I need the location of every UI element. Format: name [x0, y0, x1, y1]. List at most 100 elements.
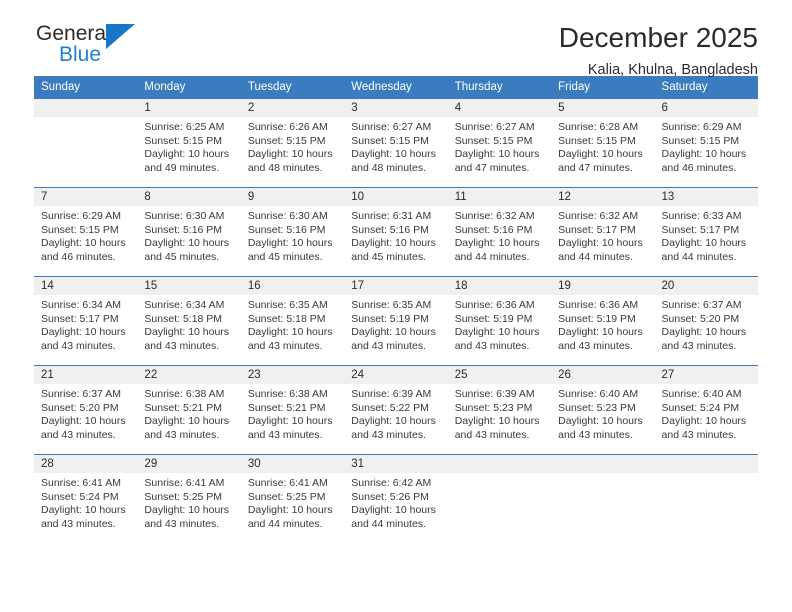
sunset-text: Sunset: 5:24 PM	[41, 490, 119, 503]
day-cell-inner: 22 Sunrise: 6:38 AM Sunset: 5:21 PM Dayligh…	[137, 366, 241, 454]
day-cell-inner: 29 Sunrise: 6:41 AM Sunset: 5:25 PM Dayligh…	[137, 455, 241, 544]
calendar-day-cell[interactable]: 6 Sunrise: 6:29 AM Sunset: 5:15 PM Daylight…	[654, 98, 758, 188]
calendar-day-cell[interactable]: 9 Sunrise: 6:30 AM Sunset: 5:16 PM Daylight…	[240, 187, 345, 277]
daylight-text: Daylight: 10 hours and 44 minutes.	[454, 237, 540, 263]
daylight-text: Daylight: 10 hours and 44 minutes.	[558, 237, 643, 263]
calendar-day-cell[interactable]: 20 Sunrise: 6:37 AM Sunset: 5:20 PM Dayligh…	[654, 276, 758, 366]
brand-name-general: General	[36, 22, 111, 45]
sunrise-text: Sunrise: 6:27 AM	[454, 121, 535, 133]
calendar-day-cell[interactable]: 3 Sunrise: 6:27 AM Sunset: 5:15 PM Daylight…	[344, 98, 448, 188]
day-number: 13	[654, 188, 758, 206]
day-details: Sunrise: 6:37 AM Sunset: 5:20 PM Daylight:…	[34, 384, 137, 442]
calendar-day-cell[interactable]: 26 Sunrise: 6:40 AM Sunset: 5:23 PM Dayligh…	[551, 365, 655, 455]
day-number: 9	[240, 188, 345, 206]
calendar-day-cell[interactable]: 19 Sunrise: 6:36 AM Sunset: 5:19 PM Dayligh…	[551, 276, 655, 366]
day-cell-inner: 17 Sunrise: 6:35 AM Sunset: 5:19 PM Dayligh…	[344, 277, 448, 365]
weekday-header-thursday: Thursday	[447, 76, 552, 99]
calendar-day-cell[interactable]: 18 Sunrise: 6:36 AM Sunset: 5:19 PM Dayligh…	[447, 276, 552, 366]
calendar-week-row: 7 Sunrise: 6:29 AM Sunset: 5:15 PM Daylight…	[34, 187, 758, 277]
day-number: 26	[551, 366, 655, 384]
day-cell-inner: 30 Sunrise: 6:41 AM Sunset: 5:25 PM Dayligh…	[240, 455, 345, 544]
calendar-day-cell[interactable]: 1 Sunrise: 6:25 AM Sunset: 5:15 PM Daylight…	[137, 98, 241, 188]
calendar-day-cell[interactable]: 16 Sunrise: 6:35 AM Sunset: 5:18 PM Dayligh…	[240, 276, 345, 366]
sunrise-text: Sunrise: 6:38 AM	[247, 388, 328, 400]
calendar-day-cell[interactable]: 31 Sunrise: 6:42 AM Sunset: 5:26 PM Dayligh…	[344, 454, 448, 544]
calendar-day-cell[interactable]: 13 Sunrise: 6:33 AM Sunset: 5:17 PM Dayligh…	[654, 187, 758, 277]
day-number: 10	[344, 188, 448, 206]
day-details: Sunrise: 6:29 AM Sunset: 5:15 PM Daylight:…	[34, 206, 137, 264]
day-cell-inner	[654, 455, 758, 544]
calendar-day-cell[interactable]: 5 Sunrise: 6:28 AM Sunset: 5:15 PM Daylight…	[551, 98, 655, 188]
calendar-day-cell[interactable]: 30 Sunrise: 6:41 AM Sunset: 5:25 PM Dayligh…	[240, 454, 345, 544]
day-details: Sunrise: 6:32 AM Sunset: 5:17 PM Daylight:…	[551, 206, 654, 264]
sunrise-text: Sunrise: 6:36 AM	[558, 299, 639, 311]
daylight-text: Daylight: 10 hours and 43 minutes.	[454, 415, 540, 441]
daylight-text: Daylight: 10 hours and 43 minutes.	[247, 326, 333, 352]
calendar-day-cell[interactable]: 10 Sunrise: 6:31 AM Sunset: 5:16 PM Dayligh…	[344, 187, 448, 277]
day-cell-inner: 11 Sunrise: 6:32 AM Sunset: 5:16 PM Dayligh…	[447, 188, 552, 276]
title-block: December 2025 Kalia, Khulna, Bangladesh	[559, 22, 758, 80]
day-details: Sunrise: 6:41 AM Sunset: 5:25 PM Daylight:…	[241, 473, 344, 531]
day-number: 11	[447, 188, 552, 206]
day-details: Sunrise: 6:30 AM Sunset: 5:16 PM Daylight:…	[241, 206, 344, 264]
calendar-week-row: 14 Sunrise: 6:34 AM Sunset: 5:17 PM Dayligh…	[34, 276, 758, 366]
day-cell-inner: 24 Sunrise: 6:39 AM Sunset: 5:22 PM Dayligh…	[344, 366, 448, 454]
calendar-day-cell[interactable]: 28 Sunrise: 6:41 AM Sunset: 5:24 PM Dayligh…	[34, 454, 138, 544]
calendar-day-cell[interactable]: 17 Sunrise: 6:35 AM Sunset: 5:19 PM Dayligh…	[344, 276, 448, 366]
calendar-day-cell[interactable]: 7 Sunrise: 6:29 AM Sunset: 5:15 PM Daylight…	[34, 187, 138, 277]
day-number: 7	[34, 188, 138, 206]
daylight-text: Daylight: 10 hours and 46 minutes.	[661, 148, 747, 174]
sunrise-text: Sunrise: 6:34 AM	[144, 299, 225, 311]
day-number: 25	[447, 366, 552, 384]
calendar-week-row: 28 Sunrise: 6:41 AM Sunset: 5:24 PM Dayligh…	[34, 454, 758, 544]
calendar-day-cell[interactable]: 4 Sunrise: 6:27 AM Sunset: 5:15 PM Daylight…	[447, 98, 552, 188]
day-cell-inner: 7 Sunrise: 6:29 AM Sunset: 5:15 PM Daylight…	[34, 188, 138, 276]
calendar-day-cell[interactable]: 12 Sunrise: 6:32 AM Sunset: 5:17 PM Dayligh…	[551, 187, 655, 277]
calendar-day-cell[interactable]: 8 Sunrise: 6:30 AM Sunset: 5:16 PM Daylight…	[137, 187, 241, 277]
calendar-day-cell[interactable]: 11 Sunrise: 6:32 AM Sunset: 5:16 PM Dayligh…	[447, 187, 552, 277]
day-number: 28	[34, 455, 138, 473]
day-number: 31	[344, 455, 448, 473]
day-cell-inner: 3 Sunrise: 6:27 AM Sunset: 5:15 PM Daylight…	[344, 99, 448, 187]
calendar-day-cell[interactable]: 2 Sunrise: 6:26 AM Sunset: 5:15 PM Daylight…	[240, 98, 345, 188]
location-subtitle: Kalia, Khulna, Bangladesh	[587, 62, 758, 78]
calendar-day-cell[interactable]: 27 Sunrise: 6:40 AM Sunset: 5:24 PM Dayligh…	[654, 365, 758, 455]
calendar-day-cell-empty	[551, 454, 655, 544]
day-number: 12	[551, 188, 655, 206]
calendar-body: 1 Sunrise: 6:25 AM Sunset: 5:15 PM Daylight…	[34, 98, 758, 544]
day-details: Sunrise: 6:28 AM Sunset: 5:15 PM Daylight:…	[551, 117, 654, 175]
sunrise-text: Sunrise: 6:37 AM	[661, 299, 742, 311]
day-number: 1	[137, 99, 241, 117]
sunrise-text: Sunrise: 6:25 AM	[144, 121, 225, 133]
day-number: 23	[240, 366, 345, 384]
day-cell-inner: 13 Sunrise: 6:33 AM Sunset: 5:17 PM Dayligh…	[654, 188, 758, 276]
sunrise-text: Sunrise: 6:29 AM	[41, 210, 121, 222]
day-details: Sunrise: 6:38 AM Sunset: 5:21 PM Daylight:…	[241, 384, 344, 442]
day-number: 17	[344, 277, 448, 295]
day-details: Sunrise: 6:27 AM Sunset: 5:15 PM Daylight:…	[344, 117, 447, 175]
calendar-day-cell[interactable]: 24 Sunrise: 6:39 AM Sunset: 5:22 PM Dayligh…	[344, 365, 448, 455]
daylight-text: Daylight: 10 hours and 49 minutes.	[144, 148, 230, 174]
sunset-text: Sunset: 5:25 PM	[144, 490, 223, 503]
weekday-header-monday: Monday	[137, 76, 241, 99]
calendar-day-cell[interactable]: 23 Sunrise: 6:38 AM Sunset: 5:21 PM Dayligh…	[240, 365, 345, 455]
calendar-day-cell[interactable]: 21 Sunrise: 6:37 AM Sunset: 5:20 PM Dayligh…	[34, 365, 138, 455]
day-details: Sunrise: 6:38 AM Sunset: 5:21 PM Daylight:…	[137, 384, 240, 442]
calendar-day-cell[interactable]: 29 Sunrise: 6:41 AM Sunset: 5:25 PM Dayligh…	[137, 454, 241, 544]
daylight-text: Daylight: 10 hours and 47 minutes.	[454, 148, 540, 174]
calendar-day-cell[interactable]: 15 Sunrise: 6:34 AM Sunset: 5:18 PM Dayligh…	[137, 276, 241, 366]
day-number: 21	[34, 366, 138, 384]
day-details: Sunrise: 6:34 AM Sunset: 5:18 PM Daylight:…	[137, 295, 240, 353]
day-cell-inner: 25 Sunrise: 6:39 AM Sunset: 5:23 PM Dayligh…	[447, 366, 552, 454]
daylight-text: Daylight: 10 hours and 43 minutes.	[558, 326, 643, 352]
daylight-text: Daylight: 10 hours and 45 minutes.	[144, 237, 230, 263]
calendar-day-cell[interactable]: 22 Sunrise: 6:38 AM Sunset: 5:21 PM Dayligh…	[137, 365, 241, 455]
day-details: Sunrise: 6:34 AM Sunset: 5:17 PM Daylight:…	[34, 295, 137, 353]
calendar-day-cell[interactable]: 25 Sunrise: 6:39 AM Sunset: 5:23 PM Dayligh…	[447, 365, 552, 455]
calendar-day-cell[interactable]: 14 Sunrise: 6:34 AM Sunset: 5:17 PM Dayligh…	[34, 276, 138, 366]
day-details	[551, 473, 654, 477]
sunrise-text: Sunrise: 6:40 AM	[661, 388, 742, 400]
day-number: 2	[240, 99, 345, 117]
sunrise-text: Sunrise: 6:27 AM	[351, 121, 432, 133]
day-number: 22	[137, 366, 241, 384]
